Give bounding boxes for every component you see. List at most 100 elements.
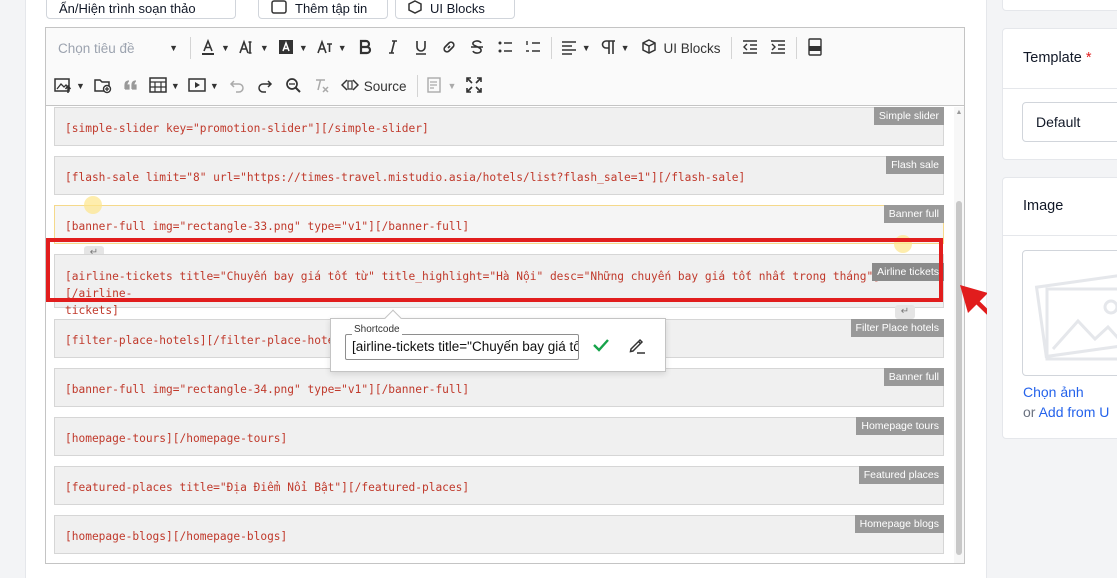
shortcode-text: [homepage-tours][/homepage-tours]	[65, 432, 288, 445]
toolbar-separator	[190, 37, 191, 59]
ui-blocks-toolbar-button[interactable]: UI Blocks	[634, 33, 727, 63]
outdent-icon	[741, 38, 759, 59]
strikethrough-icon	[468, 38, 486, 59]
add-file-label: Thêm tập tin	[295, 1, 368, 16]
pencil-icon	[627, 335, 647, 360]
panel-divider	[1003, 235, 1117, 236]
redo-button[interactable]	[251, 71, 279, 101]
panel-divider	[1003, 88, 1117, 89]
background-color-button[interactable]: ▼	[273, 33, 312, 63]
heading-dropdown[interactable]: Chọn tiêu đề ▼	[46, 33, 186, 63]
shortcode-input[interactable]: [airline-tickets title="Chuyến bay giá t…	[345, 334, 579, 360]
shortcode-tag: Flash sale	[886, 156, 944, 174]
insert-paragraph-dot[interactable]	[84, 196, 102, 214]
undo-button[interactable]	[223, 71, 251, 101]
add-file-button[interactable]: Thêm tập tin	[258, 0, 388, 19]
align-button[interactable]: ▼	[556, 33, 595, 63]
bold-button[interactable]	[351, 33, 379, 63]
html-embed-button[interactable]	[801, 33, 829, 63]
fullscreen-button[interactable]	[460, 71, 488, 101]
shortcode-input-value: [airline-tickets title="Chuyến bay giá t…	[352, 339, 579, 354]
checkmark-icon	[591, 335, 611, 360]
chevron-down-icon: ▼	[447, 81, 457, 91]
shortcode-block-simple-slider[interactable]: [simple-slider key="promotion-slider"][/…	[54, 107, 944, 146]
add-from-url-row: or Add from U	[1023, 404, 1109, 420]
link-button[interactable]	[435, 33, 463, 63]
edit-shortcode-button[interactable]	[623, 334, 651, 360]
add-from-url-link[interactable]: Add from U	[1039, 404, 1110, 420]
remove-format-button[interactable]	[307, 71, 335, 101]
font-family-button[interactable]: ▼	[312, 33, 351, 63]
paragraph-direction-button[interactable]: ▼	[595, 33, 634, 63]
shortcode-text: [flash-sale limit="8" url="https://times…	[65, 171, 746, 184]
link-icon	[440, 38, 458, 59]
shortcode-tag: Homepage blogs	[854, 515, 944, 533]
insert-image-icon	[54, 76, 72, 97]
strikethrough-button[interactable]	[463, 33, 491, 63]
font-size-icon	[238, 38, 256, 59]
scroll-up-icon[interactable]: ▲	[955, 109, 963, 117]
bulleted-list-icon	[496, 38, 514, 59]
chevron-down-icon: ▼	[581, 43, 591, 53]
find-replace-icon	[284, 76, 302, 97]
templates-button[interactable]: ▼	[422, 71, 461, 101]
numbered-list-button[interactable]	[519, 33, 547, 63]
insert-image-button[interactable]: ▼	[50, 71, 89, 101]
shortcode-input-label: Shortcode	[352, 324, 402, 335]
shortcode-tag: Banner full	[883, 205, 944, 223]
template-title: Template *	[1023, 50, 1092, 66]
shortcode-text: [simple-slider key="promotion-slider"][/…	[65, 122, 429, 135]
toggle-editor-button[interactable]: Ẩn/Hiện trình soạn thảo	[46, 0, 236, 19]
required-mark: *	[1085, 50, 1092, 66]
font-size-button[interactable]: ▼	[234, 33, 273, 63]
toolbar-separator	[416, 75, 418, 97]
paragraph-direction-icon	[599, 38, 617, 59]
source-label: Source	[363, 78, 407, 94]
underline-icon	[412, 38, 430, 59]
template-select[interactable]: Default	[1022, 102, 1117, 142]
toggle-editor-label: Ẩn/Hiện trình soạn thảo	[59, 1, 196, 16]
bold-icon	[356, 38, 374, 59]
ui-blocks-top-button[interactable]: UI Blocks	[395, 0, 515, 19]
indent-button[interactable]	[764, 33, 792, 63]
placeholder-image-icon	[1034, 273, 1117, 361]
toolbar-separator	[550, 37, 552, 59]
underline-button[interactable]	[407, 33, 435, 63]
top-panel	[1002, 0, 1117, 11]
shortcode-block-banner-full-2[interactable]: [banner-full img="rectangle-34.png" type…	[54, 368, 944, 407]
return-icon[interactable]: ↵	[895, 305, 915, 319]
font-color-icon	[199, 38, 217, 59]
shortcode-block-flash-sale[interactable]: [flash-sale limit="8" url="https://times…	[54, 156, 944, 195]
chevron-down-icon: ▼	[170, 81, 180, 91]
shortcode-tag: Featured places	[858, 466, 944, 484]
blockquote-button[interactable]	[117, 71, 145, 101]
media-embed-button[interactable]: ▼	[184, 71, 223, 101]
chevron-down-icon: ▼	[298, 43, 308, 53]
media-embed-icon	[188, 76, 206, 97]
find-replace-button[interactable]	[279, 71, 307, 101]
ckfinder-button[interactable]	[89, 71, 117, 101]
chevron-down-icon: ▼	[169, 43, 178, 53]
shortcode-edit-balloon: [airline-tickets title="Chuyến bay giá t…	[330, 309, 666, 372]
font-color-button[interactable]: ▼	[195, 33, 234, 63]
shortcode-block-homepage-tours[interactable]: [homepage-tours][/homepage-tours] Homepa…	[54, 417, 944, 456]
toolbar-separator	[795, 37, 797, 59]
align-icon	[560, 38, 578, 59]
table-button[interactable]: ▼	[145, 71, 184, 101]
shortcode-block-featured-places[interactable]: [featured-places title="Địa Điểm Nổi Bật…	[54, 466, 944, 505]
source-button[interactable]: Source	[335, 71, 413, 101]
outdent-button[interactable]	[736, 33, 764, 63]
toolbar-row-1: Chọn tiêu đề ▼ ▼ ▼ ▼ ▼ ▼ ▼ UI Blocks	[46, 29, 829, 67]
shortcode-block-homepage-blogs[interactable]: [homepage-blogs][/homepage-blogs] Homepa…	[54, 515, 944, 554]
save-shortcode-button[interactable]	[587, 334, 615, 360]
bulleted-list-button[interactable]	[491, 33, 519, 63]
templates-icon	[426, 76, 444, 97]
left-gutter	[0, 0, 25, 578]
italic-button[interactable]	[379, 33, 407, 63]
choose-image-link[interactable]: Chọn ảnh	[1023, 384, 1084, 400]
chevron-down-icon: ▼	[209, 81, 219, 91]
highlight-box	[46, 238, 943, 302]
shortcode-tag: Banner full	[883, 368, 944, 386]
editor-toolbar: Chọn tiêu đề ▼ ▼ ▼ ▼ ▼ ▼ ▼ UI Blocks ▼ ▼…	[46, 28, 964, 106]
image-placeholder[interactable]	[1022, 250, 1117, 376]
